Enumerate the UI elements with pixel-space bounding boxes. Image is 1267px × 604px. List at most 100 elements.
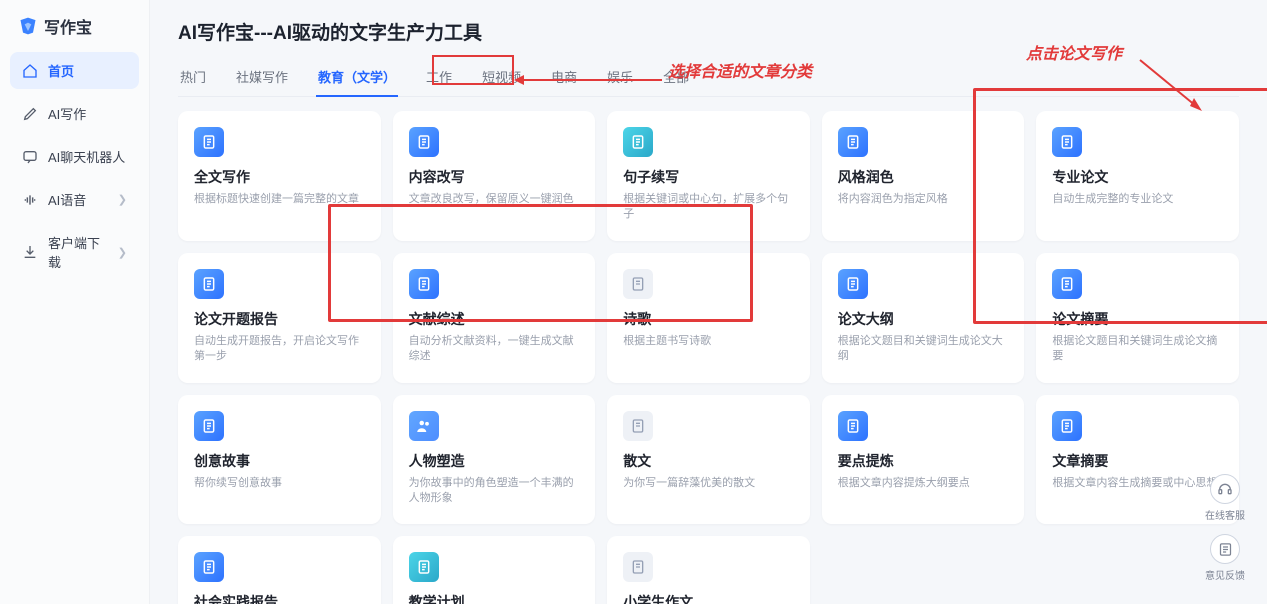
card-icon (409, 127, 439, 157)
card-title: 创意故事 (194, 451, 365, 471)
voice-icon (22, 192, 38, 208)
card-desc: 根据论文题目和关键词生成论文摘要 (1052, 334, 1223, 365)
card-title: 小学生作文 (623, 592, 794, 604)
card-icon (194, 552, 224, 582)
card-icon (409, 269, 439, 299)
template-card[interactable]: 专业论文自动生成完整的专业论文 (1036, 111, 1239, 241)
tab-5[interactable]: 电商 (549, 59, 579, 96)
card-desc: 文章改良改写，保留原义一键润色 (409, 192, 580, 207)
card-title: 论文开题报告 (194, 309, 365, 329)
feedback-icon (1210, 534, 1240, 564)
template-card[interactable]: 教学计划根据课程内容快速生成千字教案 (393, 536, 596, 604)
card-title: 要点提炼 (838, 451, 1009, 471)
template-card[interactable]: 社会实践报告根据实践内容生成一篇实践报告 (178, 536, 381, 604)
card-icon (623, 127, 653, 157)
card-icon (1052, 411, 1082, 441)
sidebar: 写作宝 首页AI写作AI聊天机器人AI语音❯客户端下载❯ (0, 0, 150, 604)
card-desc: 根据标题快速创建一篇完整的文章 (194, 192, 365, 207)
headset-icon (1210, 474, 1240, 504)
category-tabs: 热门社媒写作教育（文学） 工作短视频电商娱乐全部 (178, 59, 1239, 97)
page-title: AI写作宝---AI驱动的文字生产力工具 (178, 18, 1239, 45)
card-desc: 将内容润色为指定风格 (838, 192, 1009, 207)
card-icon (623, 552, 653, 582)
tab-4[interactable]: 短视频 (480, 59, 523, 96)
card-title: 人物塑造 (409, 451, 580, 471)
card-icon (194, 269, 224, 299)
nav-item-label: AI语音 (48, 190, 86, 209)
card-desc: 为你写一篇辞藻优美的散文 (623, 476, 794, 491)
tab-7[interactable]: 全部 (661, 59, 691, 96)
chevron-right-icon: ❯ (118, 246, 127, 259)
feedback-label: 意见反馈 (1205, 567, 1245, 582)
card-icon (409, 411, 439, 441)
card-title: 文章摘要 (1052, 451, 1223, 471)
card-icon (1052, 269, 1082, 299)
template-card[interactable]: 人物塑造为你故事中的角色塑造一个丰满的人物形象 (393, 395, 596, 525)
card-icon (409, 552, 439, 582)
card-desc: 根据文章内容提炼大纲要点 (838, 476, 1009, 491)
template-card[interactable]: 文献综述自动分析文献资料，一键生成文献综述 (393, 253, 596, 383)
nav-item-home[interactable]: 首页 (10, 52, 139, 89)
nav-item-pen[interactable]: AI写作 (10, 95, 139, 132)
template-card[interactable]: 句子续写根据关键词或中心句，扩展多个句子 (607, 111, 810, 241)
card-title: 风格润色 (838, 167, 1009, 187)
tab-6[interactable]: 娱乐 (605, 59, 635, 96)
card-title: 论文摘要 (1052, 309, 1223, 329)
card-title: 论文大纲 (838, 309, 1009, 329)
template-card[interactable]: 小学生作文为中小学生作文题目提供优秀范文 (607, 536, 810, 604)
template-card[interactable]: 全文写作根据标题快速创建一篇完整的文章 (178, 111, 381, 241)
card-icon (194, 411, 224, 441)
card-desc: 根据论文题目和关键词生成论文大纲 (838, 334, 1009, 365)
logo-text: 写作宝 (44, 14, 92, 38)
card-title: 教学计划 (409, 592, 580, 604)
card-title: 社会实践报告 (194, 592, 365, 604)
card-title: 句子续写 (623, 167, 794, 187)
card-icon (1052, 127, 1082, 157)
card-title: 文献综述 (409, 309, 580, 329)
card-desc: 自动生成开题报告，开启论文写作第一步 (194, 334, 365, 365)
template-card[interactable]: 内容改写文章改良改写，保留原义一键润色 (393, 111, 596, 241)
card-title: 散文 (623, 451, 794, 471)
pen-icon (22, 106, 38, 122)
template-card[interactable]: 论文大纲根据论文题目和关键词生成论文大纲 (822, 253, 1025, 383)
card-title: 诗歌 (623, 309, 794, 329)
chat-icon (22, 149, 38, 165)
template-card[interactable]: 诗歌根据主题书写诗歌 (607, 253, 810, 383)
nav-item-label: AI聊天机器人 (48, 147, 125, 166)
nav-item-chat[interactable]: AI聊天机器人 (10, 138, 139, 175)
card-desc: 根据关键词或中心句，扩展多个句子 (623, 192, 794, 223)
card-desc: 自动分析文献资料，一键生成文献综述 (409, 334, 580, 365)
nav: 首页AI写作AI聊天机器人AI语音❯客户端下载❯ (10, 52, 139, 280)
template-card[interactable]: 论文摘要根据论文题目和关键词生成论文摘要 (1036, 253, 1239, 383)
download-icon (22, 244, 38, 260)
tab-2[interactable]: 教育（文学） (316, 59, 398, 96)
template-card[interactable]: 论文开题报告自动生成开题报告，开启论文写作第一步 (178, 253, 381, 383)
logo: 写作宝 (10, 14, 139, 52)
nav-item-voice[interactable]: AI语音 ❯ (10, 181, 139, 218)
card-title: 专业论文 (1052, 167, 1223, 187)
nav-item-label: AI写作 (48, 104, 86, 123)
template-grid: 全文写作根据标题快速创建一篇完整的文章内容改写文章改良改写，保留原义一键润色句子… (178, 111, 1239, 604)
online-service-button[interactable]: 在线客服 (1205, 474, 1245, 522)
card-title: 全文写作 (194, 167, 365, 187)
card-desc: 帮你续写创意故事 (194, 476, 365, 491)
nav-item-download[interactable]: 客户端下载❯ (10, 224, 139, 280)
card-desc: 自动生成完整的专业论文 (1052, 192, 1223, 207)
card-icon (838, 269, 868, 299)
template-card[interactable]: 要点提炼根据文章内容提炼大纲要点 (822, 395, 1025, 525)
card-desc: 根据文章内容生成摘要或中心思想 (1052, 476, 1223, 491)
card-desc: 根据主题书写诗歌 (623, 334, 794, 349)
main: AI写作宝---AI驱动的文字生产力工具 热门社媒写作教育（文学） 工作短视频电商… (150, 0, 1267, 604)
template-card[interactable]: 创意故事帮你续写创意故事 (178, 395, 381, 525)
template-card[interactable]: 散文为你写一篇辞藻优美的散文 (607, 395, 810, 525)
float-actions: 在线客服 意见反馈 (1205, 474, 1245, 582)
template-card[interactable]: 风格润色将内容润色为指定风格 (822, 111, 1025, 241)
feedback-button[interactable]: 意见反馈 (1205, 534, 1245, 582)
tab-0[interactable]: 热门 (178, 59, 208, 96)
card-icon (194, 127, 224, 157)
card-title: 内容改写 (409, 167, 580, 187)
card-icon (838, 127, 868, 157)
chevron-right-icon: ❯ (118, 193, 127, 206)
tab-1[interactable]: 社媒写作 (234, 59, 290, 96)
tab-3[interactable]: 工作 (424, 59, 454, 96)
